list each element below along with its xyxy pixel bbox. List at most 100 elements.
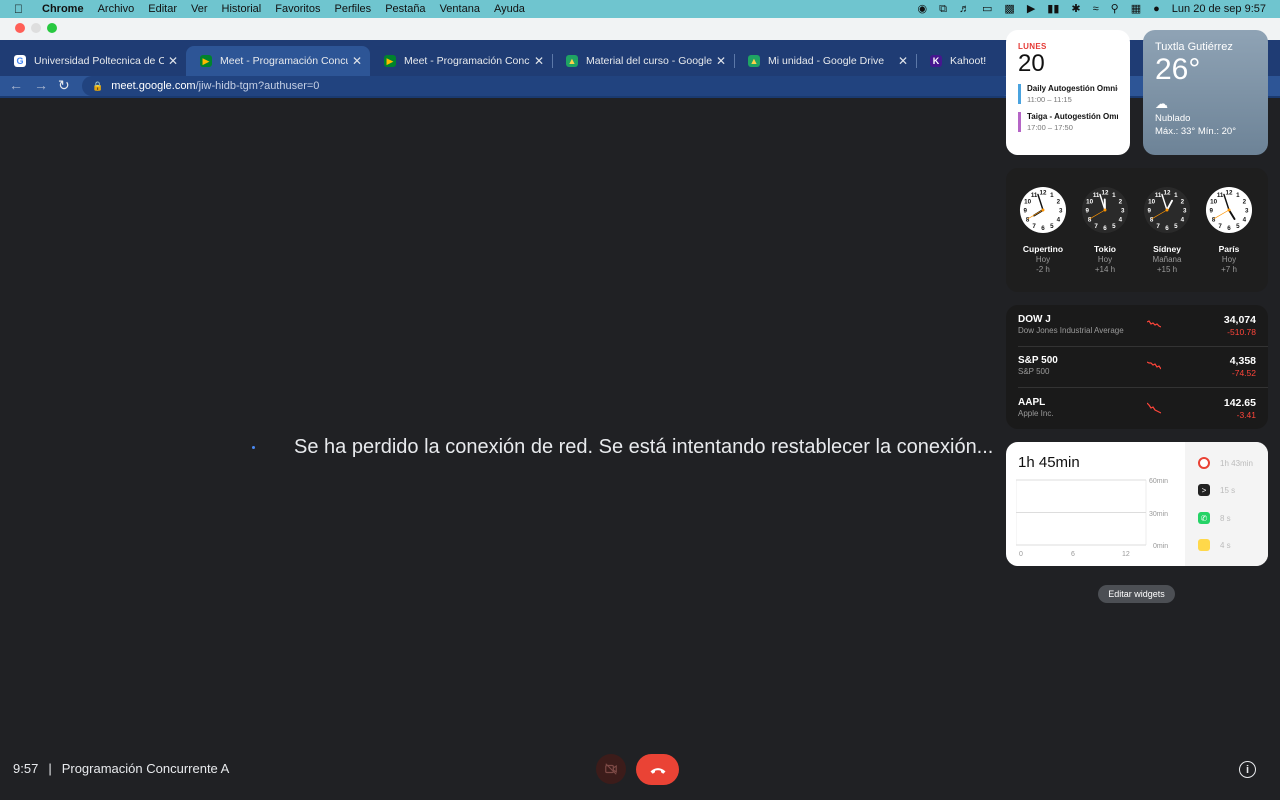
edit-widgets-button[interactable]: Editar widgets: [1098, 585, 1175, 603]
stock-symbol: AAPL: [1018, 397, 1046, 408]
stock-price: 34,074: [1223, 314, 1256, 326]
close-tab-icon[interactable]: ✕: [894, 54, 912, 68]
screen-time-app: > 15 s: [1198, 484, 1235, 496]
tab-meet-active[interactable]: ▶ Meet - Programación Concurrente ✕: [186, 46, 370, 76]
clock-numeral: 4: [1181, 216, 1185, 223]
clock-day: Hoy: [1221, 255, 1237, 264]
tab-material-curso[interactable]: ▲ Material del curso - Google Drive ✕: [552, 46, 734, 76]
menu-app-name[interactable]: Chrome: [42, 3, 84, 15]
screen-time-chart: 60min 30min 0min 0 6 12: [1016, 478, 1168, 558]
stock-change: -3.41: [1236, 410, 1256, 420]
display-icon[interactable]: ▭: [982, 0, 992, 18]
cloud-icon: ☁: [1155, 96, 1168, 111]
menu-perfiles[interactable]: Perfiles: [335, 3, 372, 15]
clock-numeral: 1: [1236, 192, 1240, 199]
clock-numeral: 5: [1050, 223, 1054, 230]
menu-ventana[interactable]: Ventana: [440, 3, 480, 15]
address-bar[interactable]: 🔒 meet.google.com/jiw-hidb-tgm?authuser=…: [82, 76, 1012, 96]
analog-clock-icon: 1234567891011 12: [1205, 186, 1253, 234]
y-tick-label: 0min: [1153, 543, 1168, 550]
siri-icon[interactable]: ●: [1153, 0, 1160, 18]
end-call-button[interactable]: [636, 754, 679, 785]
clock-numeral: 10: [1210, 199, 1217, 206]
window-switch-icon[interactable]: ⧉: [939, 0, 947, 18]
control-center-icon[interactable]: ▦: [1131, 0, 1141, 18]
whatsapp-icon: ✆: [1198, 512, 1210, 524]
apple-menu-icon[interactable]: : [14, 2, 30, 16]
stock-row[interactable]: S&P 500 S&P 500 4,358 -74.52: [1006, 346, 1268, 387]
menu-historial[interactable]: Historial: [222, 3, 262, 15]
meeting-time: 9:57: [13, 761, 39, 776]
clock-numeral: 7: [1094, 223, 1098, 230]
weather-high-low: Máx.: 33° Mín.: 20°: [1155, 126, 1236, 137]
screen-share-icon[interactable]: ▩: [1004, 0, 1014, 18]
drive-icon: ▲: [748, 55, 760, 67]
meeting-name: Programación Concurrente A: [61, 761, 230, 776]
url-host: meet.google.com: [111, 80, 196, 92]
stocks-widget[interactable]: DOW J Dow Jones Industrial Average 34,07…: [1006, 305, 1268, 429]
world-clock-item: 1 2 3 4 5 6 7 8 9 10 11 12 Sídney Mañana +15 h: [1137, 186, 1197, 274]
calendar-event[interactable]: Daily Autogestión Omnicanal 11:00 – 11:1…: [1018, 84, 1118, 104]
stock-symbol: DOW J: [1018, 314, 1051, 325]
close-tab-icon[interactable]: ✕: [348, 54, 366, 68]
volume-icon[interactable]: ♬: [959, 0, 970, 18]
event-time: 17:00 – 17:50: [1027, 123, 1073, 132]
reload-icon[interactable]: ↻: [58, 77, 70, 94]
stock-sparkline-icon: [1147, 361, 1161, 370]
meeting-details: 9:57 | Programación Concurrente A: [13, 761, 229, 776]
clock-numeral: 5: [1174, 223, 1178, 230]
stock-sparkline-icon: [1147, 402, 1161, 414]
clock-numeral: 8: [1150, 216, 1154, 223]
battery-icon[interactable]: ▮▮: [1047, 0, 1059, 18]
close-tab-icon[interactable]: ✕: [530, 54, 548, 68]
clock-numeral: 2: [1181, 199, 1185, 206]
forward-arrow-icon[interactable]: →: [34, 77, 48, 93]
close-tab-icon[interactable]: ✕: [712, 54, 730, 68]
clock-numeral: 8: [1026, 216, 1030, 223]
minimize-window-button[interactable]: [31, 23, 41, 33]
clock-numeral: 8: [1212, 216, 1216, 223]
fullscreen-window-button[interactable]: [47, 23, 57, 33]
menu-ver[interactable]: Ver: [191, 3, 208, 15]
camera-off-icon: [605, 763, 617, 775]
close-window-button[interactable]: [15, 23, 25, 33]
bluetooth-icon[interactable]: ✱: [1071, 0, 1080, 18]
menu-editar[interactable]: Editar: [148, 3, 177, 15]
tab-kahoot[interactable]: K Kahoot!: [916, 46, 1006, 76]
clock-numeral: 10: [1024, 199, 1031, 206]
spotlight-search-icon[interactable]: ⚲: [1111, 0, 1119, 18]
weather-widget[interactable]: Tuxtla Gutiérrez 26° ☁ Nublado Máx.: 33°…: [1143, 30, 1268, 155]
screen-time-summary: 1h 45min 60min 30min 0min 0 6 12: [1006, 442, 1185, 566]
clock-day: Mañana: [1152, 255, 1182, 264]
menubar-clock[interactable]: Lun 20 de sep 9:57: [1172, 3, 1266, 15]
world-clock-widget[interactable]: 1 2 3 4 5 6 7 8 9 10 11 12 Cupertino Hoy -2 h 12345…: [1006, 168, 1268, 292]
wifi-icon[interactable]: ≈: [1093, 0, 1099, 18]
clock-offset: -2 h: [1036, 265, 1050, 274]
event-time: 11:00 – 11:15: [1027, 95, 1072, 104]
clock-numeral: 7: [1218, 223, 1222, 230]
clock-city: París: [1218, 244, 1240, 254]
play-icon[interactable]: ▶: [1027, 0, 1035, 18]
event-title: Taiga - Autogestión Omnicanal: [1027, 112, 1118, 121]
menu-archivo[interactable]: Archivo: [98, 3, 135, 15]
back-arrow-icon[interactable]: ←: [9, 77, 23, 93]
menu-favoritos[interactable]: Favoritos: [275, 3, 320, 15]
camera-off-button[interactable]: [596, 754, 626, 784]
tab-universidad[interactable]: G Universidad Poltecnica de Chia ✕: [0, 46, 186, 76]
calendar-event[interactable]: Taiga - Autogestión Omnicanal 17:00 – 17…: [1018, 112, 1118, 132]
tab-mi-unidad[interactable]: ▲ Mi unidad - Google Drive ✕: [734, 46, 916, 76]
evernote-icon[interactable]: ◉: [918, 0, 928, 18]
clock-numeral: 6: [1165, 225, 1169, 232]
stock-row[interactable]: DOW J Dow Jones Industrial Average 34,07…: [1006, 305, 1268, 346]
lock-icon[interactable]: 🔒: [92, 81, 103, 92]
screen-time-total: 1h 45min: [1018, 454, 1080, 471]
close-tab-icon[interactable]: ✕: [164, 54, 182, 68]
screen-time-widget[interactable]: 1h 45min 60min 30min 0min 0 6 12 1h 43mi…: [1006, 442, 1268, 566]
meeting-info-icon[interactable]: i: [1239, 761, 1256, 778]
loading-spinner-icon: [252, 446, 255, 449]
stock-row[interactable]: AAPL Apple Inc. 142.65 -3.41: [1006, 388, 1268, 429]
menu-pestana[interactable]: Pestaña: [385, 3, 425, 15]
tab-meet[interactable]: ▶ Meet - Programación Concurrente ✕: [370, 46, 552, 76]
calendar-widget[interactable]: LUNES 20 Daily Autogestión Omnicanal 11:…: [1006, 30, 1130, 155]
menu-ayuda[interactable]: Ayuda: [494, 3, 525, 15]
